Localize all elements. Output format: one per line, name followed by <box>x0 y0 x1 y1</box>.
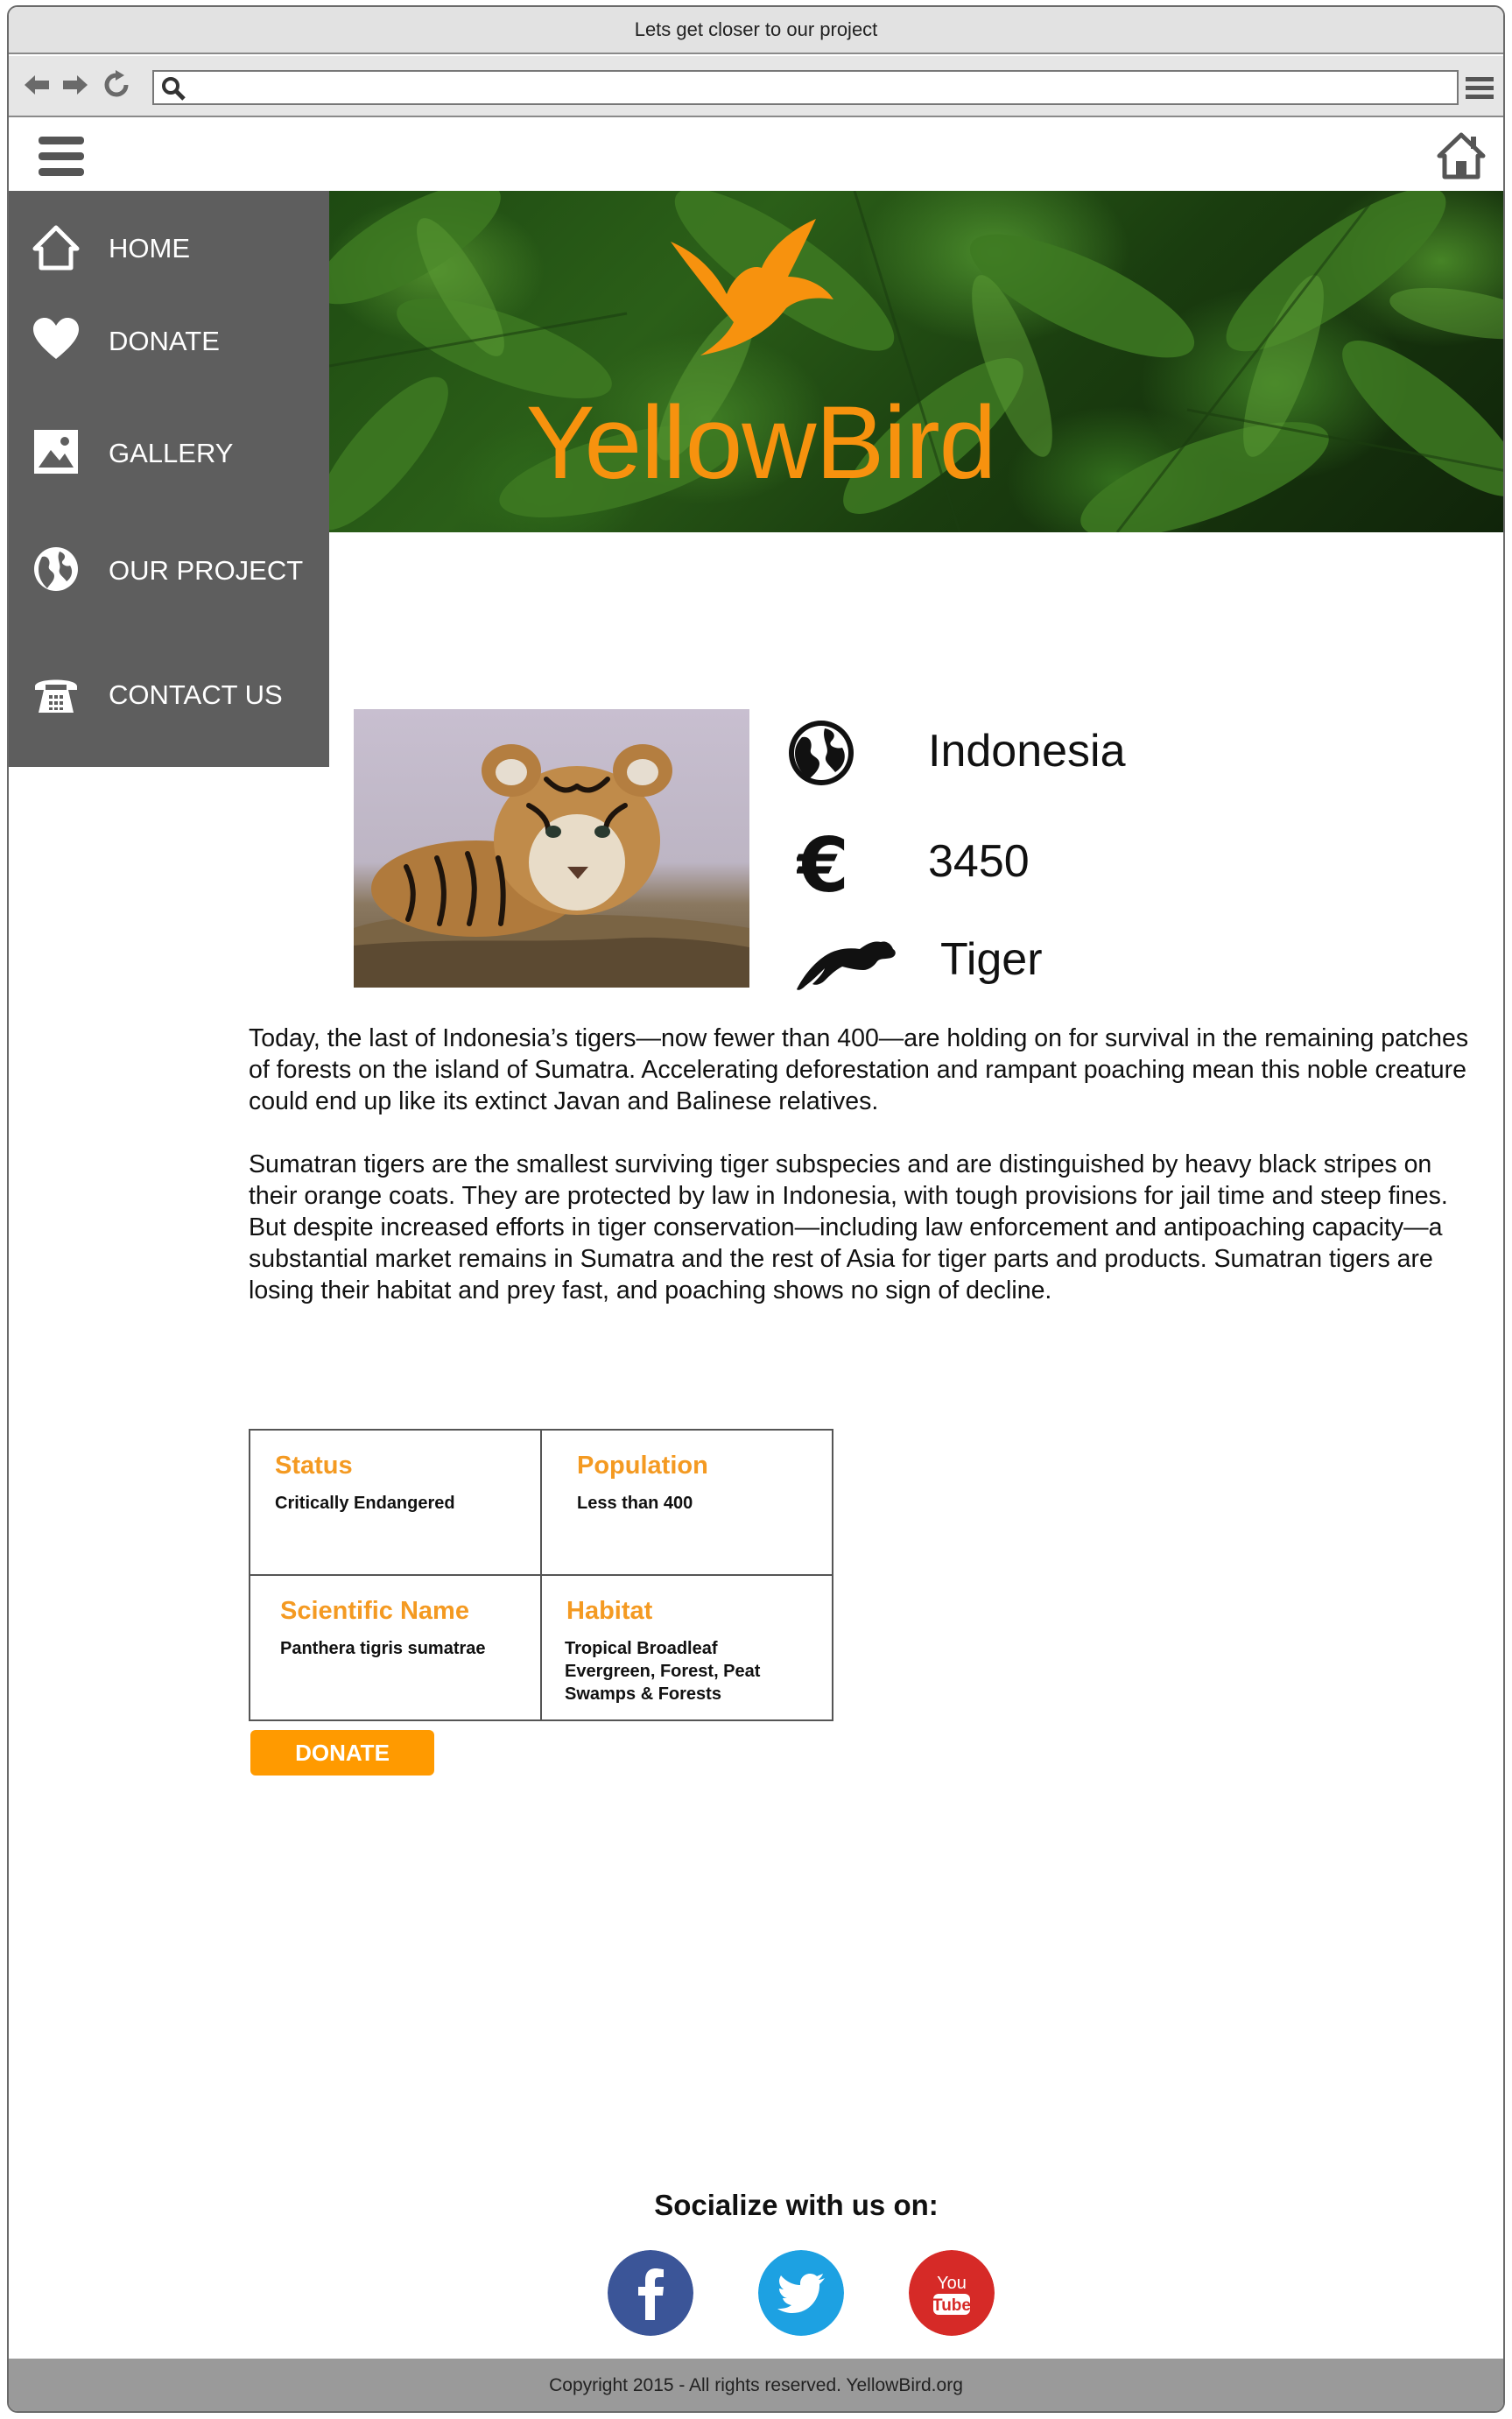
sidebar-item-donate[interactable]: DONATE <box>9 306 329 376</box>
footer-copyright: Copyright 2015 - All rights reserved. Ye… <box>9 2359 1503 2411</box>
sidebar-item-gallery[interactable]: GALLERY <box>9 418 329 489</box>
fact-title: Status <box>275 1452 353 1480</box>
window-title: Lets get closer to our project <box>9 7 1503 54</box>
address-bar[interactable] <box>152 70 1459 105</box>
home-icon[interactable] <box>1436 130 1487 182</box>
sidebar-item-label: GALLERY <box>109 438 234 468</box>
hero-banner: YellowBird <box>329 191 1503 532</box>
fact-title: Habitat <box>566 1597 653 1625</box>
facts-table: Status Critically Endangered Population … <box>249 1429 833 1721</box>
project-country: Indonesia <box>928 726 1126 777</box>
sidebar-menu: HOME DONATE GALLERY OUR PROJECT CONTACT … <box>9 191 329 767</box>
project-animal: Tiger <box>940 934 1043 985</box>
fact-population: Population Less than 400 <box>542 1431 833 1576</box>
project-description-2: Sumatran tigers are the smallest survivi… <box>249 1150 1448 1304</box>
sidebar-item-home[interactable]: HOME <box>9 214 329 284</box>
forward-arrow-icon[interactable] <box>58 68 91 102</box>
fact-value: Critically Endangered <box>275 1494 455 1513</box>
fact-scientific-name: Scientific Name Panthera tigris sumatrae <box>250 1576 541 1721</box>
browser-toolbar <box>9 56 1503 117</box>
twitter-icon[interactable] <box>758 2250 844 2336</box>
svg-text:€: € <box>797 830 849 900</box>
tiger-silhouette-icon <box>797 941 896 990</box>
fact-value: Tropical Broadleaf Evergreen, Forest, Pe… <box>565 1639 761 1704</box>
phone-icon <box>35 679 77 713</box>
image-icon <box>34 430 78 474</box>
euro-icon: € <box>797 830 849 900</box>
project-amount: 3450 <box>928 836 1030 887</box>
home-icon <box>32 225 80 271</box>
browser-window: Lets get closer to our project YellowBir… <box>7 5 1505 2413</box>
back-arrow-icon[interactable] <box>21 68 54 102</box>
sidebar-item-label: CONTACT US <box>109 679 283 710</box>
app-header <box>9 119 1503 196</box>
donate-button[interactable]: DONATE <box>250 1730 434 1776</box>
fact-status: Status Critically Endangered <box>250 1431 541 1576</box>
browser-menu-icon[interactable] <box>1462 72 1497 105</box>
globe-icon <box>34 547 78 591</box>
fact-title: Scientific Name <box>280 1597 469 1625</box>
sidebar-item-contact-us[interactable]: CONTACT US <box>9 660 329 730</box>
fact-habitat: Habitat Tropical Broadleaf Evergreen, Fo… <box>542 1576 833 1721</box>
sidebar-item-our-project[interactable]: OUR PROJECT <box>9 536 329 606</box>
sidebar-item-label: OUR PROJECT <box>109 555 304 586</box>
sidebar-item-label: DONATE <box>109 326 220 356</box>
svg-text:Tube: Tube <box>932 2296 971 2315</box>
youtube-icon[interactable]: You Tube <box>909 2250 995 2336</box>
url-input[interactable] <box>194 74 1446 102</box>
globe-icon <box>789 721 854 785</box>
svg-text:You: You <box>937 2274 967 2293</box>
sidebar-item-label: HOME <box>109 233 190 264</box>
project-description-1: Today, the last of Indonesia’s tigers—no… <box>249 1024 1469 1115</box>
brand-title: YellowBird <box>525 385 997 501</box>
social-heading: Socialize with us on: <box>654 2189 939 2221</box>
hamburger-menu-icon[interactable] <box>37 133 86 180</box>
fact-value: Less than 400 <box>577 1494 693 1513</box>
tiger-photo <box>354 709 749 988</box>
heart-icon <box>33 318 79 359</box>
yellowbird-logo-icon <box>671 219 833 355</box>
reload-icon[interactable] <box>100 68 133 102</box>
facebook-icon[interactable] <box>608 2250 693 2336</box>
fact-title: Population <box>577 1452 708 1480</box>
search-icon <box>162 77 186 101</box>
fact-value: Panthera tigris sumatrae <box>280 1639 486 1658</box>
